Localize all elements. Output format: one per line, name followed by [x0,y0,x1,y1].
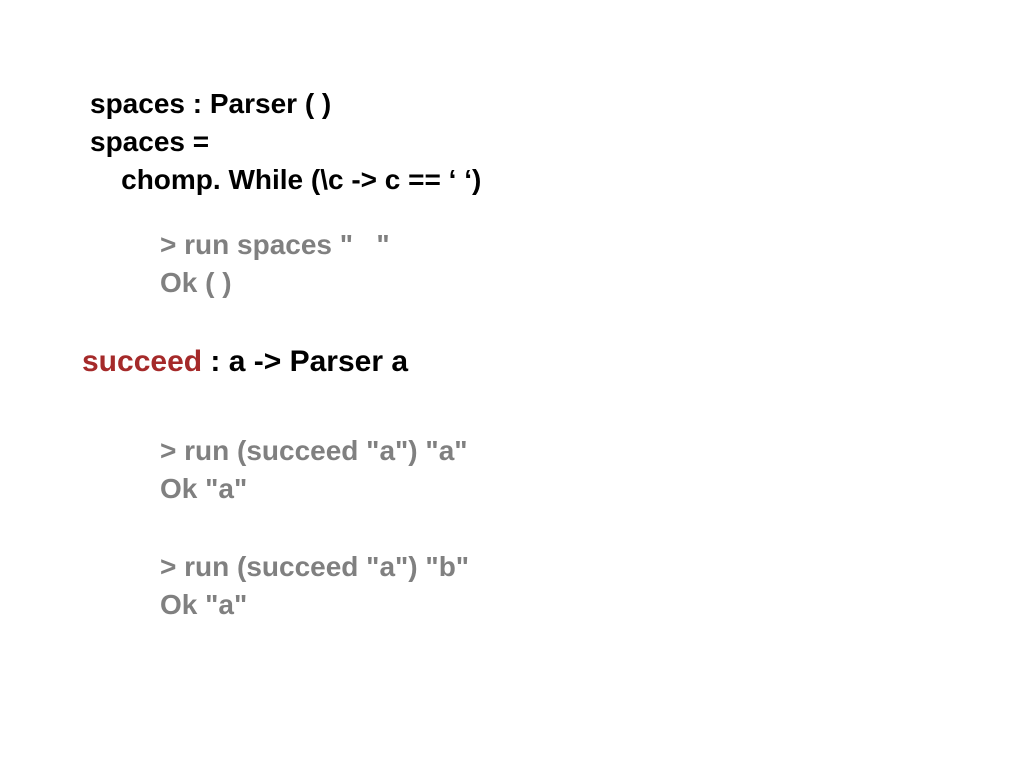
repl2-line-2: Ok "a" [160,473,247,504]
repl2-line-1: > run (succeed "a") "a" [160,435,468,466]
succeed-signature: succeed : a -> Parser a [82,342,1024,383]
def-line-2: spaces = [90,126,209,157]
repl-block-3: > run (succeed "a") "b" Ok "a" [160,548,1024,624]
succeed-rest: : a -> Parser a [202,345,408,378]
repl1-line-2: Ok ( ) [160,267,232,298]
repl-block-2: > run (succeed "a") "a" Ok "a" [160,432,1024,508]
def-line-3: chomp. While (\c -> c == ‘ ‘) [90,164,481,195]
def-line-1: spaces : Parser ( ) [90,88,331,119]
definition-block: spaces : Parser ( ) spaces = chomp. Whil… [90,85,1024,198]
repl-block-1: > run spaces " " Ok ( ) [160,226,1024,302]
repl3-line-1: > run (succeed "a") "b" [160,551,469,582]
slide-content: spaces : Parser ( ) spaces = chomp. Whil… [0,0,1024,768]
repl1-line-1: > run spaces " " [160,229,390,260]
succeed-keyword: succeed [82,345,202,378]
repl3-line-2: Ok "a" [160,589,247,620]
